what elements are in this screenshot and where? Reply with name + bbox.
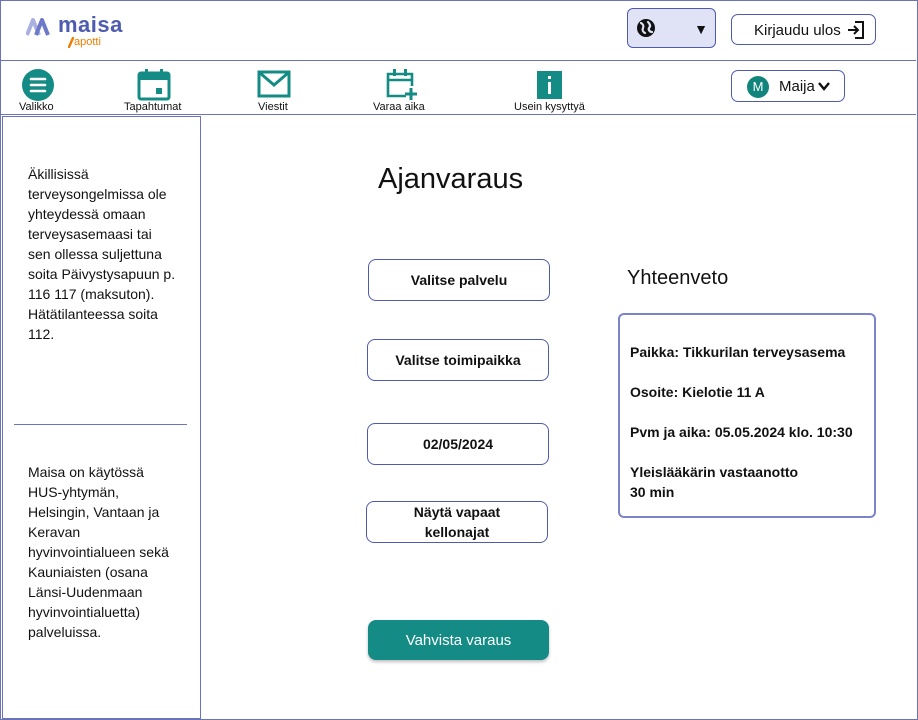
summary-datetime: Pvm ja aika: 05.05.2024 klo. 10:30	[630, 424, 853, 440]
summary-card: Paikka: Tikkurilan terveysasema Osoite: …	[618, 313, 876, 518]
chevron-down-icon: ▼	[694, 21, 708, 37]
mail-icon	[257, 70, 291, 98]
date-input[interactable]: 02/05/2024	[367, 423, 549, 465]
nav-item-messages[interactable]: Viestit	[255, 61, 295, 114]
sign-out-icon	[848, 21, 864, 39]
nav-item-events[interactable]: Tapahtumat	[121, 61, 187, 114]
maisa-logo-mark-icon	[26, 18, 50, 36]
select-service-button[interactable]: Valitse palvelu	[368, 259, 550, 301]
info-icon	[537, 71, 562, 99]
user-menu-button[interactable]: M Maija	[731, 70, 845, 102]
summary-duration: 30 min	[630, 484, 675, 500]
nav-label-events: Tapahtumat	[124, 101, 182, 113]
brand-sub: apotti	[68, 36, 101, 48]
language-select[interactable]: ▼	[627, 8, 716, 48]
calendar-add-icon	[386, 69, 417, 100]
brand-sub-text: apotti	[74, 36, 101, 48]
user-name: Maija	[779, 78, 815, 95]
main-navigation: Valikko Tapahtumat Viestit Varaa aika Us…	[0, 61, 916, 115]
apotti-mark-icon	[68, 37, 75, 48]
nav-label-menu: Valikko	[19, 101, 54, 113]
select-location-button[interactable]: Valitse toimipaikka	[367, 339, 549, 381]
availability-info-text: Maisa on käytössä HUS-yhtymän, Helsingin…	[28, 464, 169, 640]
summary-address: Osoite: Kielotie 11 A	[630, 384, 765, 400]
page-title: Ajanvaraus	[378, 163, 524, 195]
logout-button[interactable]: Kirjaudu ulos	[731, 14, 876, 45]
summary-title: Yhteenveto	[627, 267, 729, 289]
nav-item-book-appointment[interactable]: Varaa aika	[371, 61, 429, 114]
globe-icon	[637, 19, 655, 37]
confirm-booking-button[interactable]: Vahvista varaus	[368, 620, 549, 660]
calendar-icon	[137, 69, 171, 101]
emergency-info-text: Äkillisissä terveysongelmissa ole yhteyd…	[28, 166, 176, 342]
summary-service: Yleislääkärin vastaanotto	[630, 464, 799, 480]
brand-name: maisa	[58, 12, 123, 37]
nav-label-messages: Viestit	[258, 101, 288, 113]
logout-label: Kirjaudu ulos	[754, 22, 841, 39]
chevron-down-icon	[818, 82, 830, 91]
nav-label-faq: Usein kysyttyä	[514, 101, 585, 113]
show-available-times-button[interactable]: Näytä vapaat kellonajat	[366, 501, 548, 543]
avatar: M	[747, 76, 769, 98]
top-bar: maisa apotti ▼ Kirjaudu ulos	[0, 0, 916, 61]
summary-place: Paikka: Tikkurilan terveysasema	[630, 344, 846, 360]
nav-item-faq[interactable]: Usein kysyttyä	[511, 61, 591, 114]
nav-label-book-appointment: Varaa aika	[373, 101, 425, 113]
nav-item-menu[interactable]: Valikko	[17, 61, 59, 114]
sidebar-divider	[14, 424, 187, 425]
info-sidebar: Äkillisissä terveysongelmissa ole yhteyd…	[2, 116, 201, 719]
menu-icon	[22, 69, 54, 101]
